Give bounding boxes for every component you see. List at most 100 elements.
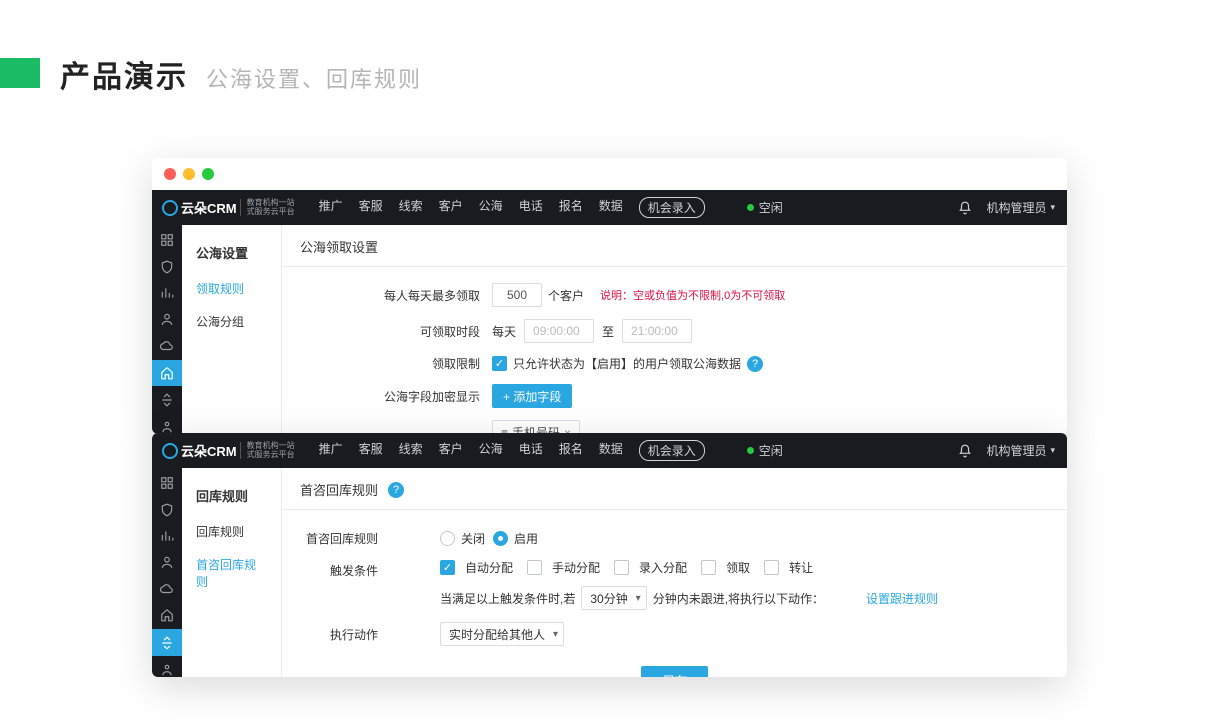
cb-claim[interactable] bbox=[701, 560, 716, 575]
icon-cloud[interactable] bbox=[159, 582, 175, 596]
nav-phone[interactable]: 电话 bbox=[519, 197, 543, 218]
nav-phone[interactable]: 电话 bbox=[519, 440, 543, 461]
input-time-from[interactable] bbox=[524, 319, 594, 343]
status-dot-icon bbox=[747, 204, 754, 211]
sidebar-item-return-rules[interactable]: 回库规则 bbox=[182, 515, 281, 548]
link-set-follow-rule[interactable]: 设置跟进规则 bbox=[866, 590, 938, 607]
nav-customer[interactable]: 客户 bbox=[439, 197, 463, 218]
slide-title: 产品演示 bbox=[60, 52, 188, 96]
help-icon[interactable]: ? bbox=[747, 356, 763, 372]
icon-recycle[interactable] bbox=[152, 629, 182, 655]
row-time-range: 可领取时段 每天 至 bbox=[382, 313, 1049, 349]
select-duration[interactable]: 30分钟 bbox=[581, 586, 646, 610]
icon-recycle[interactable] bbox=[159, 393, 175, 407]
logo-icon bbox=[162, 200, 178, 216]
slide-subtitle: 公海设置、回库规则 bbox=[206, 62, 422, 94]
icon-dashboard[interactable] bbox=[159, 233, 175, 247]
user-menu[interactable]: 机构管理员▾ bbox=[986, 442, 1055, 459]
row-field-chips: ≡ 手机号码 × bbox=[382, 414, 1049, 434]
text-claim-restriction: 只允许状态为【启用】的用户领取公海数据 bbox=[513, 355, 741, 372]
label-enable-rule: 首咨回库规则 bbox=[300, 530, 390, 547]
content-area: 公海领取设置 每人每天最多领取 个客户 说明：空或负值为不限制,0为不可领取 可… bbox=[282, 225, 1067, 434]
nav-service[interactable]: 客服 bbox=[359, 197, 383, 218]
status-indicator[interactable]: 空闲 bbox=[747, 199, 783, 216]
nav-promote[interactable]: 推广 bbox=[319, 197, 343, 218]
trigger-desc-prefix: 当满足以上触发条件时,若 bbox=[440, 590, 575, 607]
section-title: 首咨回库规则 ? bbox=[282, 468, 1067, 510]
nav-gonghai[interactable]: 公海 bbox=[479, 440, 503, 461]
trigger-desc-suffix: 分钟内未跟进,将执行以下动作： bbox=[653, 590, 824, 607]
nav-leads[interactable]: 线索 bbox=[399, 440, 423, 461]
sidebar-item-claim-rules[interactable]: 领取规则 bbox=[182, 272, 281, 305]
icon-home[interactable] bbox=[152, 360, 182, 386]
nav-customer[interactable]: 客户 bbox=[439, 440, 463, 461]
label-daily-limit: 每人每天最多领取 bbox=[382, 287, 492, 304]
radio-on-label: 启用 bbox=[514, 530, 538, 547]
cb-manual-assign[interactable] bbox=[527, 560, 542, 575]
status-text: 空闲 bbox=[759, 199, 783, 216]
cb-transfer[interactable] bbox=[764, 560, 779, 575]
sidebar: 回库规则 回库规则 首咨回库规则 bbox=[182, 468, 282, 677]
nav-data[interactable]: 数据 bbox=[599, 440, 623, 461]
label-time-range: 可领取时段 bbox=[382, 323, 492, 340]
logo-text: 云朵CRM bbox=[181, 441, 237, 460]
icon-home[interactable] bbox=[159, 608, 175, 622]
bell-icon[interactable] bbox=[958, 444, 972, 458]
chevron-down-icon: ▾ bbox=[1050, 202, 1055, 213]
nav-opportunity-entry[interactable]: 机会录入 bbox=[639, 440, 705, 461]
mac-max-dot[interactable] bbox=[202, 168, 214, 180]
iconbar bbox=[152, 468, 182, 677]
cb-entry-assign[interactable] bbox=[614, 560, 629, 575]
nav-service[interactable]: 客服 bbox=[359, 440, 383, 461]
add-field-button[interactable]: + 添加字段 bbox=[492, 384, 572, 408]
to-label: 至 bbox=[602, 323, 614, 340]
logo-text: 云朵CRM bbox=[181, 198, 237, 217]
chip-phone[interactable]: ≡ 手机号码 × bbox=[492, 420, 580, 434]
window-return-rules: 云朵CRM 教育机构一站式服务云平台 推广 客服 线索 客户 公海 电话 报名 … bbox=[152, 433, 1067, 677]
icon-user[interactable] bbox=[159, 312, 175, 326]
label-action: 执行动作 bbox=[300, 626, 390, 643]
radio-on[interactable] bbox=[493, 531, 508, 546]
nav-gonghai[interactable]: 公海 bbox=[479, 197, 503, 218]
user-menu[interactable]: 机构管理员▾ bbox=[986, 199, 1055, 216]
logo[interactable]: 云朵CRM 教育机构一站式服务云平台 bbox=[162, 441, 295, 460]
input-time-to[interactable] bbox=[622, 319, 692, 343]
nav-leads[interactable]: 线索 bbox=[399, 197, 423, 218]
nav-promote[interactable]: 推广 bbox=[319, 440, 343, 461]
select-action[interactable]: 实时分配给其他人 bbox=[440, 622, 564, 646]
status-indicator[interactable]: 空闲 bbox=[747, 442, 783, 459]
logo[interactable]: 云朵CRM 教育机构一站式服务云平台 bbox=[162, 198, 295, 217]
nav-signup[interactable]: 报名 bbox=[559, 440, 583, 461]
cb-auto-assign[interactable]: ✓ bbox=[440, 560, 455, 575]
icon-shield[interactable] bbox=[159, 502, 175, 516]
icon-cloud[interactable] bbox=[159, 339, 175, 353]
status-dot-icon bbox=[747, 447, 754, 454]
icon-stats[interactable] bbox=[159, 529, 175, 543]
icon-dashboard[interactable] bbox=[159, 476, 175, 490]
icon-stats[interactable] bbox=[159, 286, 175, 300]
mac-min-dot[interactable] bbox=[183, 168, 195, 180]
icon-person[interactable] bbox=[159, 663, 175, 677]
sidebar-item-gonghai-groups[interactable]: 公海分组 bbox=[182, 305, 281, 338]
nav-signup[interactable]: 报名 bbox=[559, 197, 583, 218]
checkbox-enabled-only[interactable]: ✓ bbox=[492, 356, 507, 371]
mac-close-dot[interactable] bbox=[164, 168, 176, 180]
radio-off-label: 关闭 bbox=[461, 530, 485, 547]
row-claim-restriction: 领取限制 ✓ 只允许状态为【启用】的用户领取公海数据 ? bbox=[382, 349, 1049, 378]
radio-off[interactable] bbox=[440, 531, 455, 546]
logo-icon bbox=[162, 443, 178, 459]
help-icon[interactable]: ? bbox=[388, 482, 404, 498]
icon-person[interactable] bbox=[159, 420, 175, 434]
input-daily-limit[interactable] bbox=[492, 283, 542, 307]
nav-opportunity-entry[interactable]: 机会录入 bbox=[639, 197, 705, 218]
bell-icon[interactable] bbox=[958, 201, 972, 215]
nav-data[interactable]: 数据 bbox=[599, 197, 623, 218]
daily-text: 每天 bbox=[492, 323, 516, 340]
icon-user[interactable] bbox=[159, 555, 175, 569]
icon-shield[interactable] bbox=[159, 259, 175, 273]
save-button[interactable]: 保存 bbox=[641, 666, 707, 677]
label-encrypt-fields: 公海字段加密显示 bbox=[382, 388, 492, 405]
sidebar-item-first-consult-return[interactable]: 首咨回库规则 bbox=[182, 548, 281, 598]
label-claim-restriction: 领取限制 bbox=[382, 355, 492, 372]
status-text: 空闲 bbox=[759, 442, 783, 459]
